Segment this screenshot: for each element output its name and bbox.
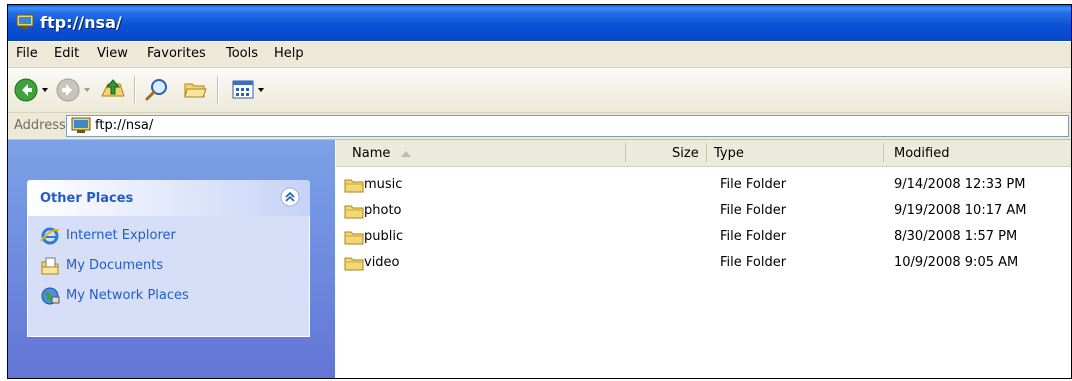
my-documents-icon <box>41 257 59 275</box>
other-places-header[interactable]: Other Places <box>27 180 310 216</box>
explorer-window: ftp://nsa/ File Edit View Favorites Tool… <box>7 4 1072 379</box>
file-modified: 10/9/2008 9:05 AM <box>894 255 1019 270</box>
file-row[interactable]: photo File Folder 9/19/2008 10:17 AM <box>336 198 1071 224</box>
file-type: File Folder <box>720 177 787 192</box>
address-bar: Address ftp://nsa/ <box>8 113 1071 140</box>
menu-file[interactable]: File <box>16 46 38 61</box>
back-dropdown-icon[interactable] <box>41 86 49 94</box>
views-dropdown-icon[interactable] <box>257 86 265 94</box>
ftp-site-icon <box>71 117 91 133</box>
toolbar-separator <box>217 76 219 104</box>
column-separator[interactable] <box>706 143 707 162</box>
place-label: My Documents <box>66 258 164 273</box>
column-header-type[interactable]: Type <box>714 146 744 161</box>
folder-icon <box>344 179 364 193</box>
column-separator[interactable] <box>625 143 626 162</box>
address-field[interactable]: ftp://nsa/ <box>66 115 1069 137</box>
column-header-modified[interactable]: Modified <box>894 146 949 161</box>
file-list: Name Size Type Modified music File Folde… <box>336 140 1071 378</box>
ftp-folder-icon <box>16 14 34 29</box>
column-header-size[interactable]: Size <box>672 146 699 161</box>
file-type: File Folder <box>720 255 787 270</box>
window-title: ftp://nsa/ <box>40 13 122 32</box>
folder-icon <box>344 257 364 271</box>
file-type: File Folder <box>720 203 787 218</box>
file-modified: 8/30/2008 1:57 PM <box>894 229 1018 244</box>
file-name: music <box>364 177 403 192</box>
up-folder-icon[interactable] <box>99 76 127 104</box>
views-icon[interactable] <box>231 78 255 102</box>
network-places-icon <box>41 287 60 305</box>
forward-dropdown-icon[interactable] <box>83 86 91 94</box>
toolbar <box>8 68 1071 113</box>
file-name: public <box>364 229 404 244</box>
file-row[interactable]: public File Folder 8/30/2008 1:57 PM <box>336 224 1071 250</box>
file-row[interactable]: music File Folder 9/14/2008 12:33 PM <box>336 172 1071 198</box>
menu-help[interactable]: Help <box>274 46 304 61</box>
internet-explorer-icon <box>40 227 60 245</box>
file-row[interactable]: video File Folder 10/9/2008 9:05 AM <box>336 250 1071 276</box>
file-type: File Folder <box>720 229 787 244</box>
column-headers: Name Size Type Modified <box>336 140 1071 167</box>
menu-edit[interactable]: Edit <box>54 46 79 61</box>
menu-view[interactable]: View <box>97 46 128 61</box>
folders-icon[interactable] <box>182 77 208 103</box>
search-icon[interactable] <box>144 77 170 103</box>
menu-favorites[interactable]: Favorites <box>147 46 206 61</box>
file-modified: 9/19/2008 10:17 AM <box>894 203 1027 218</box>
file-name: video <box>364 255 400 270</box>
menu-bar: File Edit View Favorites Tools Help <box>8 42 1071 68</box>
sort-ascending-icon <box>401 151 411 157</box>
address-label: Address <box>14 118 66 133</box>
toolbar-separator <box>134 76 136 104</box>
place-label: My Network Places <box>66 288 189 303</box>
column-separator[interactable] <box>883 143 884 162</box>
column-header-name[interactable]: Name <box>352 146 390 161</box>
title-bar[interactable]: ftp://nsa/ <box>8 5 1071 41</box>
file-modified: 9/14/2008 12:33 PM <box>894 177 1026 192</box>
folder-icon <box>344 205 364 219</box>
task-pane: Other Places Internet Explorer My Docume… <box>8 140 335 378</box>
address-value: ftp://nsa/ <box>95 118 154 133</box>
menu-tools[interactable]: Tools <box>226 46 258 61</box>
collapse-chevron-icon[interactable] <box>280 187 300 207</box>
folder-icon <box>344 231 364 245</box>
place-label: Internet Explorer <box>66 228 176 243</box>
file-name: photo <box>364 203 402 218</box>
forward-icon[interactable] <box>56 78 80 102</box>
other-places-panel: Other Places Internet Explorer My Docume… <box>27 180 310 337</box>
back-icon[interactable] <box>14 78 38 102</box>
other-places-list: Internet Explorer My Documents My Networ… <box>27 216 310 337</box>
other-places-title: Other Places <box>40 191 134 206</box>
